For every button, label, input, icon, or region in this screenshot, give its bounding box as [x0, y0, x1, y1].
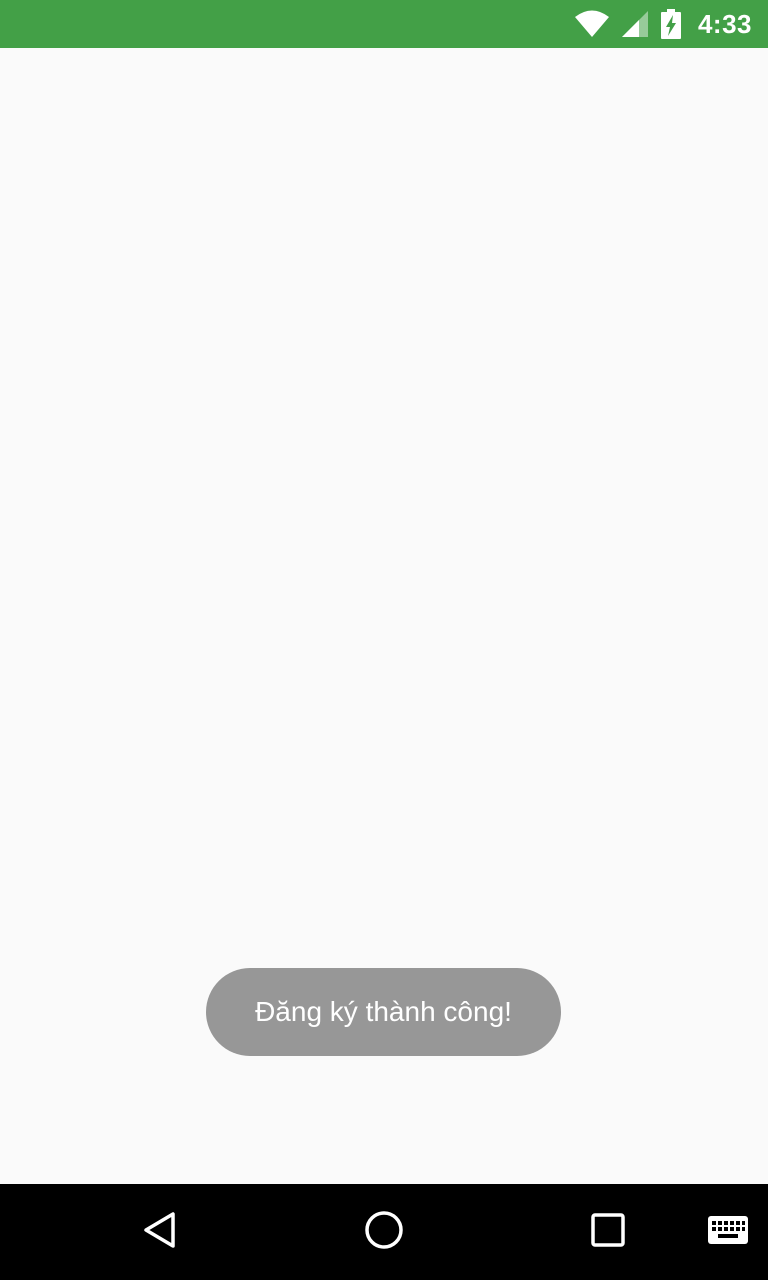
recents-button[interactable] [568, 1184, 648, 1280]
toast-message: Đăng ký thành công! [255, 996, 512, 1027]
toast: Đăng ký thành công! [206, 968, 561, 1056]
status-icons: 4:33 [574, 0, 752, 48]
keyboard-button[interactable] [698, 1184, 758, 1280]
keyboard-icon [707, 1215, 749, 1250]
home-button[interactable] [344, 1184, 424, 1280]
status-bar: 4:33 [0, 0, 768, 48]
navigation-bar [0, 1184, 768, 1280]
home-icon [364, 1210, 404, 1255]
wifi-icon [574, 10, 610, 38]
back-button[interactable] [120, 1184, 200, 1280]
recents-icon [590, 1212, 626, 1253]
cell-signal-icon [620, 9, 650, 39]
clock: 4:33 [697, 8, 752, 39]
battery-charging-icon [660, 9, 682, 39]
back-icon [140, 1210, 180, 1255]
